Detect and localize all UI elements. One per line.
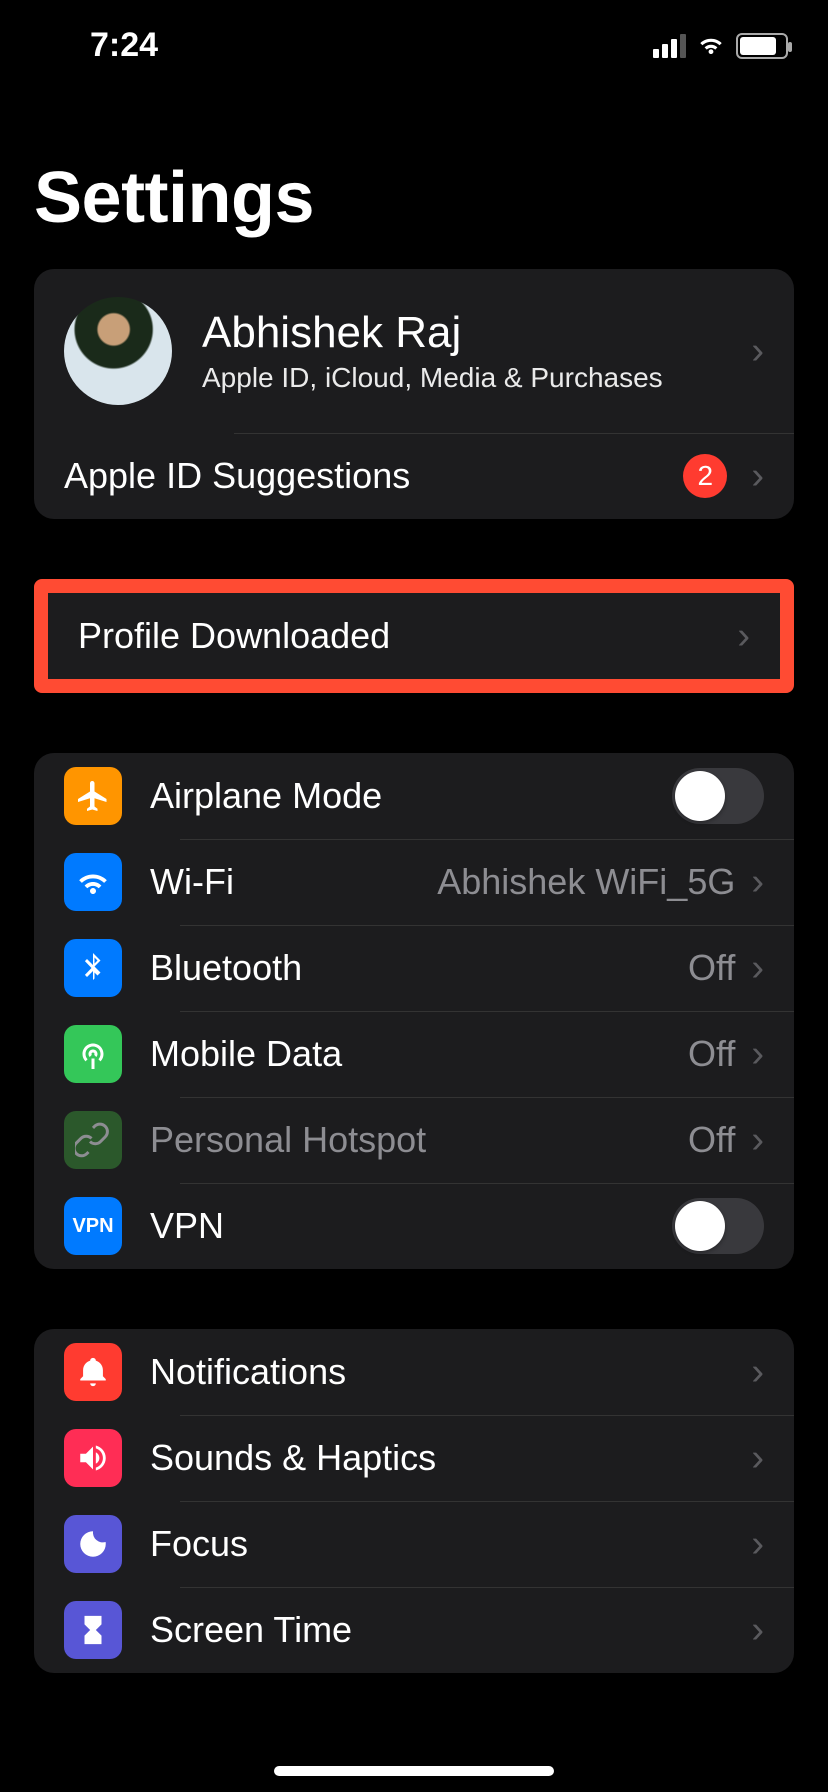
wifi-row[interactable]: Wi-Fi Abhishek WiFi_5G › bbox=[34, 839, 794, 925]
profile-subtitle: Apple ID, iCloud, Media & Purchases bbox=[202, 362, 739, 394]
airplane-toggle[interactable] bbox=[672, 768, 764, 824]
chevron-right-icon: › bbox=[751, 1437, 764, 1480]
vpn-toggle[interactable] bbox=[672, 1198, 764, 1254]
screen-time-label: Screen Time bbox=[150, 1609, 739, 1651]
hotspot-label: Personal Hotspot bbox=[150, 1119, 688, 1161]
profile-downloaded-row[interactable]: Profile Downloaded › bbox=[48, 593, 780, 679]
chevron-right-icon: › bbox=[751, 1119, 764, 1162]
notifications-row[interactable]: Notifications › bbox=[34, 1329, 794, 1415]
profile-downloaded-highlight: Profile Downloaded › bbox=[34, 579, 794, 693]
chevron-right-icon: › bbox=[751, 1033, 764, 1076]
connectivity-group: Airplane Mode Wi-Fi Abhishek WiFi_5G › B… bbox=[34, 753, 794, 1269]
vpn-icon: VPN bbox=[64, 1197, 122, 1255]
vpn-row[interactable]: VPN VPN bbox=[34, 1183, 794, 1269]
link-icon bbox=[64, 1111, 122, 1169]
bluetooth-row[interactable]: Bluetooth Off › bbox=[34, 925, 794, 1011]
chevron-right-icon: › bbox=[751, 1523, 764, 1566]
page-title: Settings bbox=[34, 157, 794, 239]
antenna-icon bbox=[64, 1025, 122, 1083]
wifi-value: Abhishek WiFi_5G bbox=[437, 861, 735, 903]
chevron-right-icon: › bbox=[737, 615, 750, 658]
chevron-right-icon: › bbox=[751, 1351, 764, 1394]
cellular-signal-icon bbox=[653, 34, 686, 58]
chevron-right-icon: › bbox=[751, 330, 764, 373]
focus-row[interactable]: Focus › bbox=[34, 1501, 794, 1587]
sounds-label: Sounds & Haptics bbox=[150, 1437, 739, 1479]
sounds-row[interactable]: Sounds & Haptics › bbox=[34, 1415, 794, 1501]
chevron-right-icon: › bbox=[751, 947, 764, 990]
focus-label: Focus bbox=[150, 1523, 739, 1565]
airplane-icon bbox=[64, 767, 122, 825]
status-right bbox=[653, 33, 788, 59]
chevron-right-icon: › bbox=[751, 861, 764, 904]
speaker-icon bbox=[64, 1429, 122, 1487]
status-time: 7:24 bbox=[90, 26, 158, 65]
bell-icon bbox=[64, 1343, 122, 1401]
notifications-label: Notifications bbox=[150, 1351, 739, 1393]
suggestions-label: Apple ID Suggestions bbox=[64, 455, 683, 497]
wifi-icon bbox=[696, 34, 726, 58]
status-bar: 7:24 bbox=[0, 0, 828, 75]
airplane-label: Airplane Mode bbox=[150, 775, 672, 817]
mobile-data-value: Off bbox=[688, 1033, 735, 1075]
general-group: Notifications › Sounds & Haptics › Focus… bbox=[34, 1329, 794, 1673]
vpn-label: VPN bbox=[150, 1205, 672, 1247]
screen-time-row[interactable]: Screen Time › bbox=[34, 1587, 794, 1673]
apple-id-group: Abhishek Raj Apple ID, iCloud, Media & P… bbox=[34, 269, 794, 519]
apple-id-suggestions-row[interactable]: Apple ID Suggestions 2 › bbox=[34, 433, 794, 519]
chevron-right-icon: › bbox=[751, 455, 764, 498]
profile-name: Abhishek Raj bbox=[202, 308, 739, 358]
avatar bbox=[64, 297, 172, 405]
hourglass-icon bbox=[64, 1601, 122, 1659]
airplane-mode-row[interactable]: Airplane Mode bbox=[34, 753, 794, 839]
personal-hotspot-row[interactable]: Personal Hotspot Off › bbox=[34, 1097, 794, 1183]
moon-icon bbox=[64, 1515, 122, 1573]
bluetooth-value: Off bbox=[688, 947, 735, 989]
chevron-right-icon: › bbox=[751, 1609, 764, 1652]
apple-id-row[interactable]: Abhishek Raj Apple ID, iCloud, Media & P… bbox=[34, 269, 794, 433]
hotspot-value: Off bbox=[688, 1119, 735, 1161]
wifi-label: Wi-Fi bbox=[150, 861, 437, 903]
bluetooth-icon bbox=[64, 939, 122, 997]
mobile-data-row[interactable]: Mobile Data Off › bbox=[34, 1011, 794, 1097]
bluetooth-label: Bluetooth bbox=[150, 947, 688, 989]
profile-downloaded-label: Profile Downloaded bbox=[78, 615, 725, 657]
home-indicator[interactable] bbox=[274, 1766, 554, 1776]
suggestions-badge: 2 bbox=[683, 454, 727, 498]
battery-icon bbox=[736, 33, 788, 59]
wifi-icon bbox=[64, 853, 122, 911]
mobile-data-label: Mobile Data bbox=[150, 1033, 688, 1075]
